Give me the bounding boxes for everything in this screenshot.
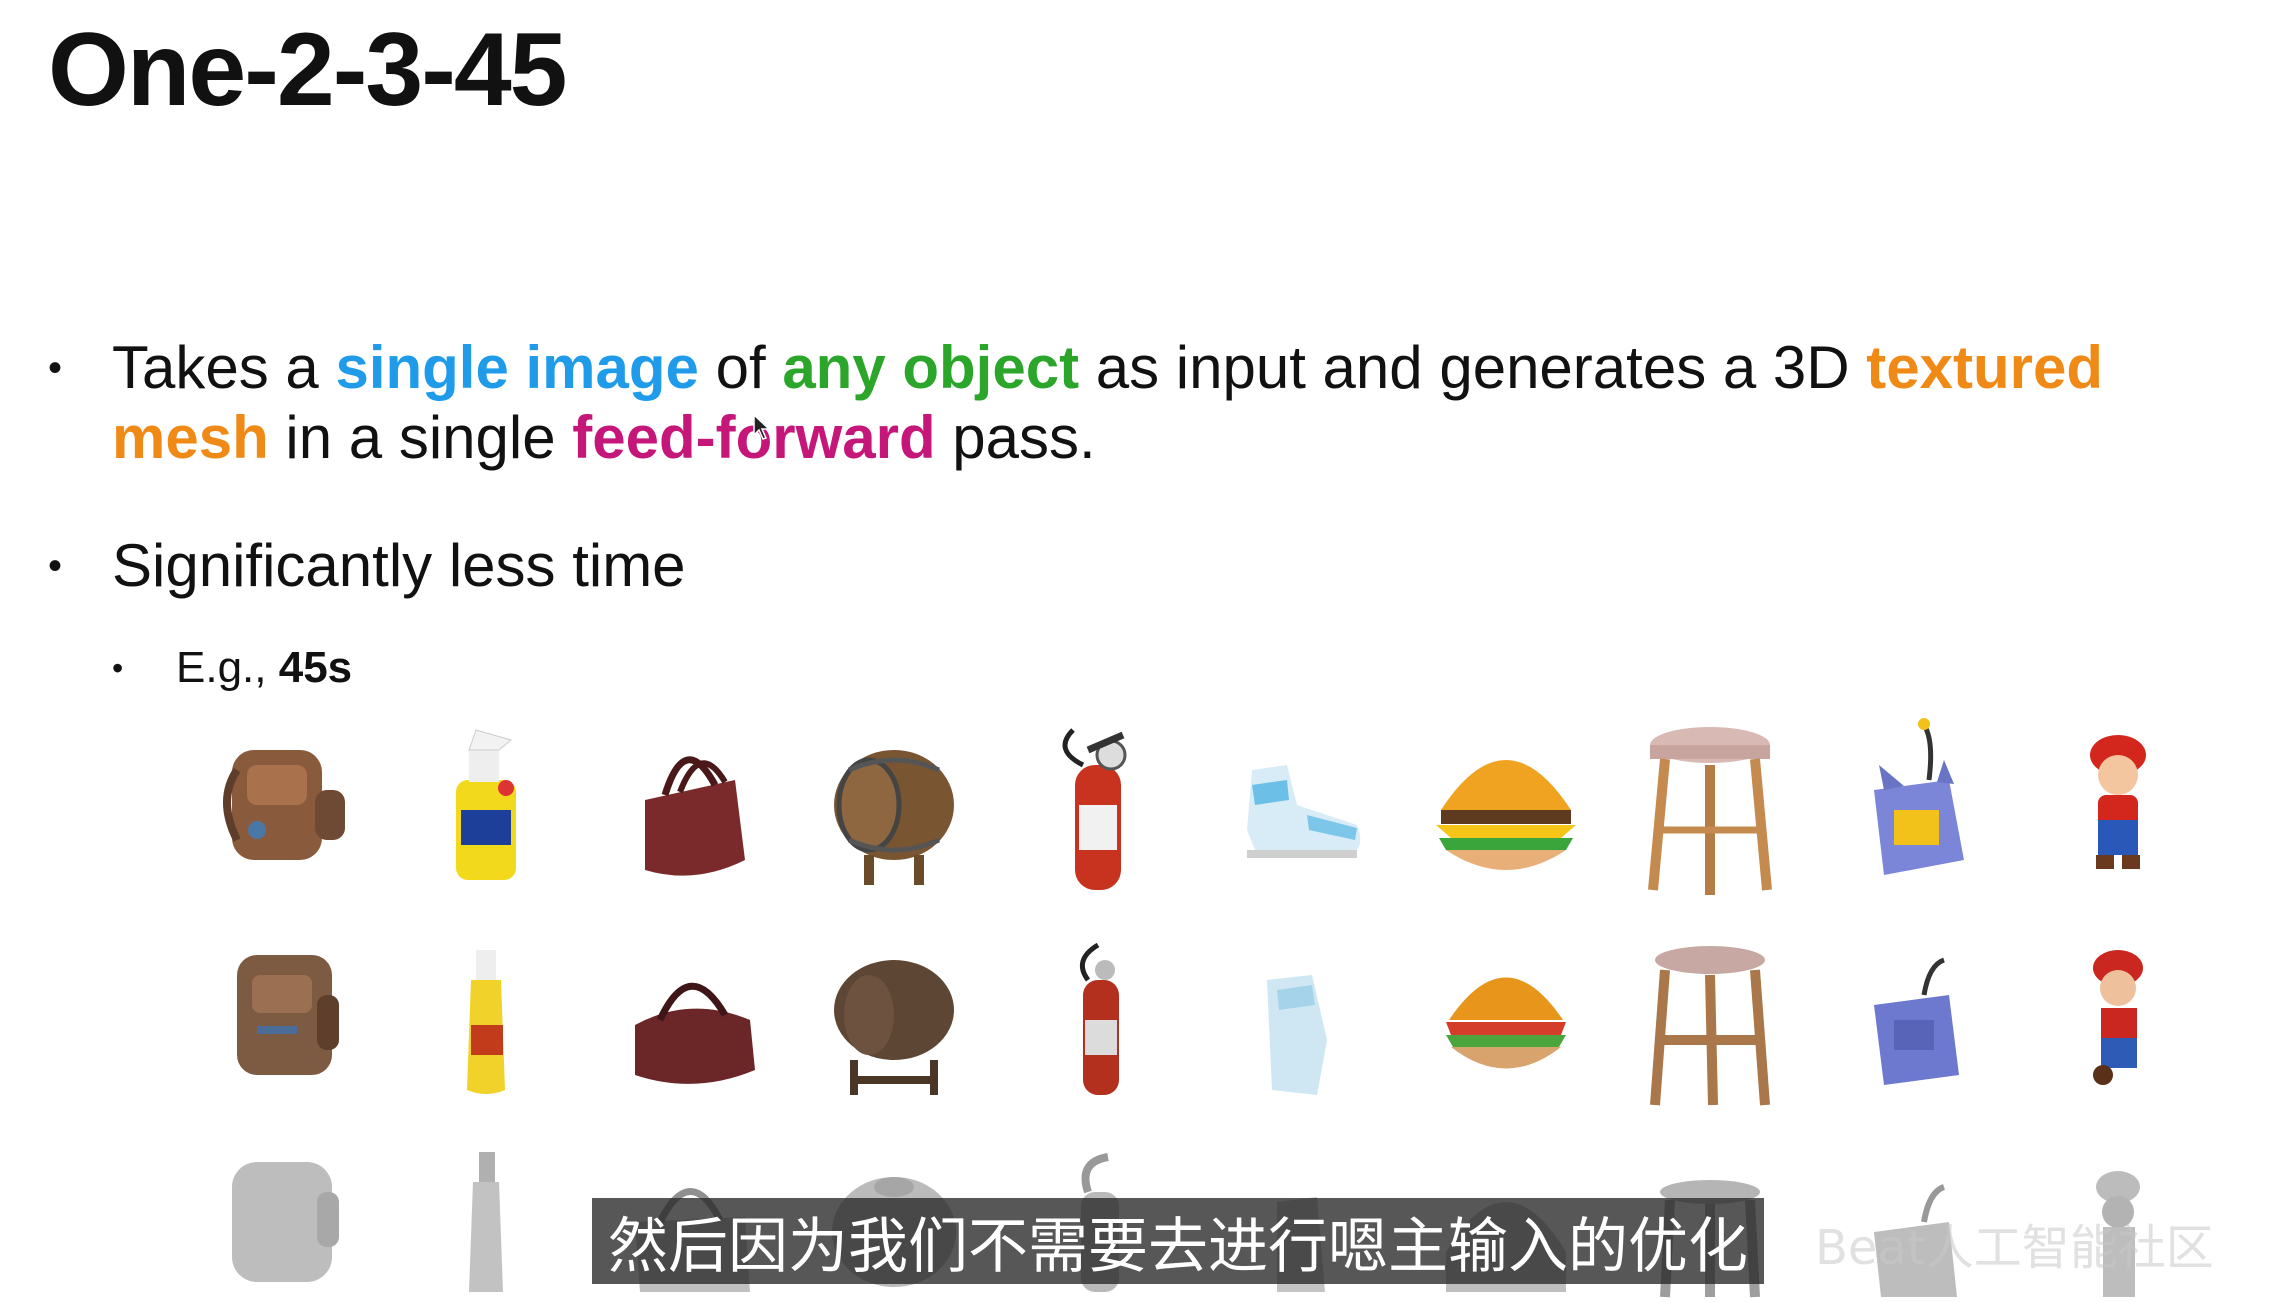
highlight-single-image: single image xyxy=(335,334,699,401)
fire-extinguisher-icon xyxy=(1062,728,1127,890)
mesh-handbag xyxy=(588,910,792,1120)
input-stool xyxy=(1608,700,1812,910)
backpack-icon xyxy=(223,750,345,860)
sub-bullet: • E.g., 45s xyxy=(112,638,352,698)
sub-bullet-text: E.g., 45s xyxy=(176,643,353,692)
bullet-dot: • xyxy=(48,544,63,588)
page-title: One-2-3-45 xyxy=(48,12,568,128)
mesh-sneaker xyxy=(1200,910,1404,1120)
stool-icon xyxy=(1650,946,1770,1106)
barrel-icon xyxy=(834,750,954,885)
bullet-dot: • xyxy=(112,650,124,686)
mesh-burger xyxy=(1404,910,1608,1120)
geom-backpack xyxy=(180,1120,384,1293)
bullet-1: • Takes a single image of any object as … xyxy=(48,333,2252,473)
mario-figure-icon xyxy=(2093,950,2143,1085)
input-sneaker xyxy=(1200,700,1404,910)
input-spray xyxy=(384,700,588,910)
bullet-dot: • xyxy=(48,346,63,390)
input-burger xyxy=(1404,700,1608,910)
channel-watermark: Beat人工智能社区 xyxy=(1815,1220,2214,1276)
handbag-icon xyxy=(645,756,745,876)
mesh-stool xyxy=(1608,910,1812,1120)
input-extinguisher xyxy=(996,700,1200,910)
spray-bottle-icon xyxy=(467,950,505,1094)
geom-spray xyxy=(384,1120,588,1293)
robot-box-icon xyxy=(1874,957,1959,1085)
video-subtitle: 然后因为我们不需要去进行嗯主输入的优化 xyxy=(592,1198,1764,1284)
sneaker-icon xyxy=(1267,975,1327,1095)
highlight-any-object: any object xyxy=(782,334,1080,401)
backpack-icon xyxy=(237,955,339,1075)
mesh-backpack xyxy=(180,910,384,1120)
mario-figure-icon xyxy=(2078,735,2158,869)
stool-icon xyxy=(1648,727,1772,895)
mesh-spray xyxy=(384,910,588,1120)
burger-icon xyxy=(1446,977,1566,1069)
bullet-2-text: Significantly less time xyxy=(112,532,686,599)
input-mario xyxy=(2016,700,2220,910)
barrel-icon xyxy=(834,960,954,1095)
input-barrel xyxy=(792,700,996,910)
input-handbag xyxy=(588,700,792,910)
spray-bottle-icon xyxy=(456,729,516,880)
sneaker-icon xyxy=(1247,765,1361,858)
mesh-barrel xyxy=(792,910,996,1120)
burger-icon xyxy=(1436,760,1576,870)
backpack-icon xyxy=(232,1161,339,1282)
bullet-1-text: Takes a single image of any object as in… xyxy=(112,334,2103,471)
handbag-icon xyxy=(635,982,755,1084)
robot-box-icon xyxy=(1874,718,1964,875)
fire-extinguisher-icon xyxy=(1079,942,1119,1095)
input-robot xyxy=(1812,700,2016,910)
spray-bottle-icon xyxy=(469,1151,503,1292)
bullet-2: • Significantly less time xyxy=(48,531,2252,601)
input-backpack xyxy=(180,700,384,910)
mouse-cursor-icon xyxy=(753,413,771,440)
mesh-robot xyxy=(1812,910,2016,1120)
mesh-mario xyxy=(2016,910,2220,1120)
mesh-extinguisher xyxy=(996,910,1200,1120)
